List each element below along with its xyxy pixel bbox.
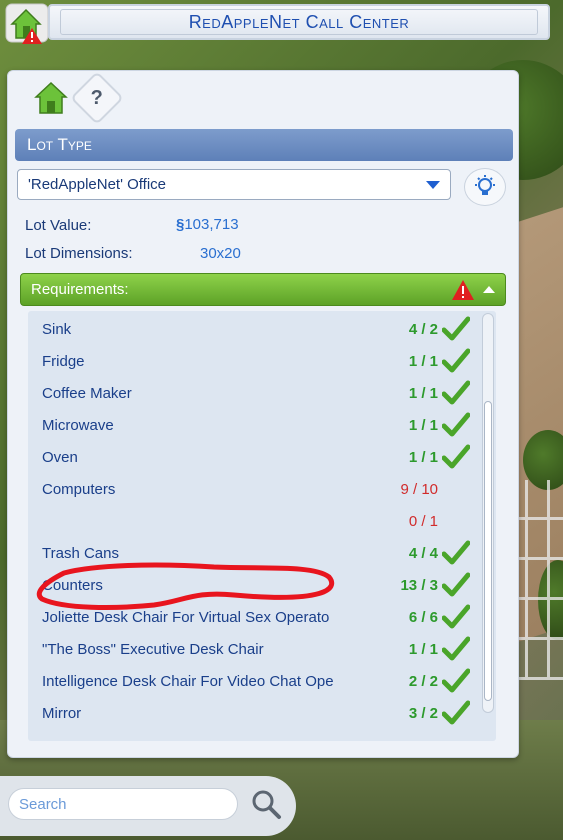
checkmark-icon (442, 348, 470, 373)
lot-value-amount: 103,713 (184, 216, 239, 233)
home-icon (34, 81, 68, 114)
requirement-name: Oven (42, 448, 78, 466)
title-bar: RedAppleNet Call Center (0, 0, 550, 46)
requirement-count: 9 / 10 (400, 480, 438, 498)
window-title: RedAppleNet Call Center (188, 11, 410, 32)
requirement-count: 6 / 6 (408, 608, 438, 626)
checkmark-icon (442, 444, 470, 469)
requirement-count: 2 / 2 (408, 672, 438, 690)
scrollbar-thumb[interactable] (484, 401, 492, 701)
lot-type-dropdown[interactable]: 'RedAppleNet' Office (17, 169, 451, 200)
requirement-row: Mirror 3 / 2 (28, 697, 478, 729)
checkmark-icon (442, 668, 470, 693)
lot-home-warning-button[interactable] (4, 2, 50, 44)
requirement-name: Sink (42, 320, 72, 338)
requirement-row: 0 / 1 (28, 505, 478, 537)
requirement-name: Coffee Maker (42, 384, 132, 402)
requirement-count: 1 / 1 (408, 416, 438, 434)
checkmark-icon (442, 412, 470, 437)
warning-icon (452, 280, 474, 300)
lot-traits-button[interactable] (464, 168, 506, 206)
chevron-down-icon (426, 181, 440, 189)
requirement-count: 1 / 1 (408, 640, 438, 658)
requirement-count: 1 / 1 (408, 448, 438, 466)
requirement-row: "The Boss" Executive Desk Chair 1 / 1 (28, 633, 478, 665)
checkmark-icon (442, 604, 470, 629)
requirement-name: Microwave (42, 416, 114, 434)
requirement-row: Sink 4 / 2 (28, 313, 478, 345)
home-warning-icon (5, 3, 49, 44)
lot-dimensions: 30x20 (200, 245, 241, 262)
requirement-name: Mirror (42, 704, 82, 722)
lot-info-panel: ? Lot Type 'RedAppleNet' Office Lot Valu… (7, 70, 519, 758)
lot-type-selected: 'RedAppleNet' Office (28, 176, 167, 193)
lot-value-label: Lot Value: (25, 217, 92, 234)
checkmark-icon (442, 540, 470, 565)
checkmark-icon (442, 572, 470, 597)
requirement-count: 0 / 1 (408, 512, 438, 530)
requirement-row: Coffee Maker 1 / 1 (28, 377, 478, 409)
search-area (0, 776, 296, 836)
search-input[interactable] (8, 788, 238, 820)
requirements-header[interactable]: Requirements: (20, 273, 506, 306)
requirement-name: Fridge (42, 352, 85, 370)
requirement-row: Fridge 1 / 1 (28, 345, 478, 377)
checkmark-icon (442, 380, 470, 405)
requirement-count: 1 / 1 (408, 384, 438, 402)
requirement-row: Oven 1 / 1 (28, 441, 478, 473)
help-button[interactable]: ? (70, 71, 124, 125)
requirement-count: 13 / 3 (400, 576, 438, 594)
requirement-count: 4 / 2 (408, 320, 438, 338)
collapse-icon[interactable] (483, 286, 495, 293)
red-scribble-redaction (36, 562, 335, 610)
lot-value: §103,713 (176, 216, 239, 233)
requirement-name: Intelligence Desk Chair For Video Chat O… (42, 672, 334, 690)
requirement-row: Computers 9 / 10 (28, 473, 478, 505)
requirement-count: 4 / 4 (408, 544, 438, 562)
checkmark-icon (442, 700, 470, 725)
requirements-title: Requirements: (31, 281, 129, 298)
lot-type-header: Lot Type (15, 129, 513, 161)
search-icon[interactable] (250, 788, 282, 820)
help-icon: ? (90, 86, 104, 109)
lightbulb-icon (475, 175, 495, 195)
lot-type-title: Lot Type (27, 135, 92, 154)
checkmark-icon (442, 636, 470, 661)
checkmark-icon (442, 316, 470, 341)
requirement-row: Intelligence Desk Chair For Video Chat O… (28, 665, 478, 697)
requirement-count: 3 / 2 (408, 704, 438, 722)
requirement-row: Microwave 1 / 1 (28, 409, 478, 441)
requirements-list: Sink 4 / 2 Fridge 1 / 1 Coffee Maker 1 / 1 Mic… (28, 311, 496, 741)
lot-home-button[interactable] (32, 79, 70, 117)
requirement-name: "The Boss" Executive Desk Chair (42, 640, 264, 658)
requirement-count: 1 / 1 (408, 352, 438, 370)
lot-dimensions-label: Lot Dimensions: (25, 245, 133, 262)
requirement-name: Computers (42, 480, 116, 498)
